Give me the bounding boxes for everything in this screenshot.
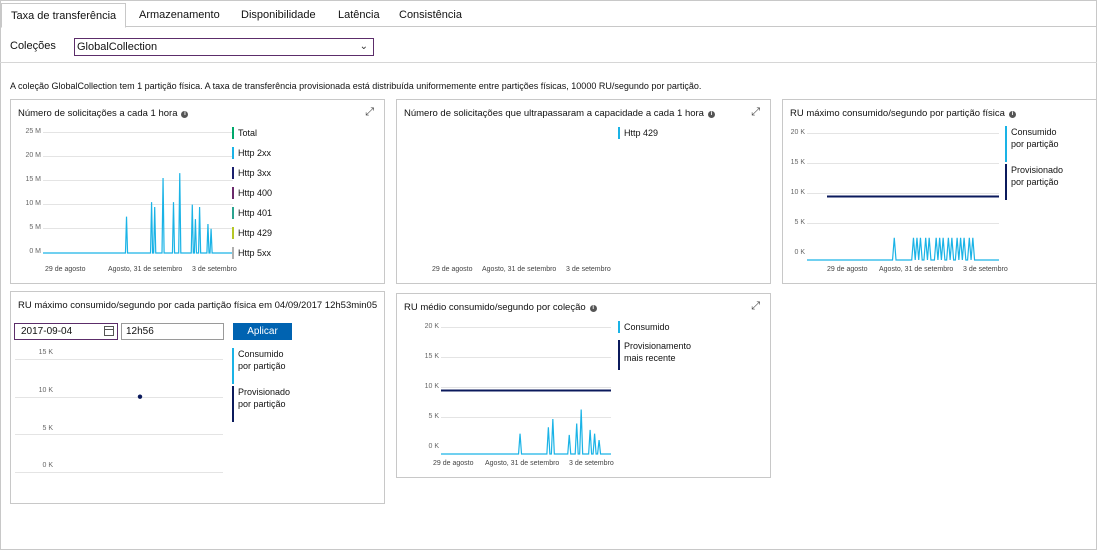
y-tick: 20 M	[25, 152, 41, 159]
legend-item-consumed[interactable]: Consumido por partição	[232, 348, 290, 384]
series-line-consumed	[441, 409, 611, 455]
expand-icon[interactable]: ⤢	[751, 106, 760, 119]
y-tick: 20 K	[424, 323, 439, 330]
x-tick: 3 de setembro	[963, 266, 1008, 273]
card-title: Número de solicitações que ultrapassaram…	[404, 108, 715, 119]
y-tick: 15 K	[790, 159, 805, 166]
snapshot-plot	[137, 394, 143, 399]
y-tick: 25 M	[25, 128, 41, 135]
y-tick: 0 K	[794, 249, 805, 256]
legend-item-http400[interactable]: Http 400	[232, 186, 272, 200]
legend-item-http429[interactable]: Http 429	[618, 126, 658, 140]
card-title: RU máximo consumido/segundo por cada par…	[18, 300, 378, 311]
series-line-http2xx	[43, 173, 233, 254]
y-tick: 20 K	[790, 129, 805, 136]
legend: Total Http 2xx Http 3xx Http 400 Http 40…	[232, 126, 272, 266]
tab-latency[interactable]: Latência	[329, 3, 389, 27]
tab-consistency[interactable]: Consistência	[390, 3, 471, 27]
y-tick: 15 K	[38, 349, 53, 356]
y-tick: 5 K	[428, 413, 439, 420]
tab-storage[interactable]: Armazenamento	[130, 3, 229, 27]
x-tick: 3 de setembro	[192, 266, 237, 273]
collection-select[interactable]: GlobalCollection ⌄	[74, 38, 374, 56]
card-title: Número de solicitações a cada 1 hora i	[18, 108, 189, 119]
legend-item-http429[interactable]: Http 429	[232, 226, 272, 240]
requests-plot	[43, 173, 233, 254]
legend-item-total[interactable]: Total	[232, 126, 272, 140]
legend-item-http3xx[interactable]: Http 3xx	[232, 166, 272, 180]
y-tick: 5 M	[29, 224, 41, 231]
y-tick: 5 K	[794, 219, 805, 226]
collection-select-value: GlobalCollection	[77, 41, 158, 53]
avg-ru-plot	[441, 389, 611, 455]
gridline	[15, 472, 223, 473]
x-tick: Agosto, 31 de setembro	[879, 266, 954, 273]
y-tick: 0 M	[29, 248, 41, 255]
x-tick: Agosto, 31 de setembro	[482, 266, 557, 273]
time-input[interactable]: 12h56	[121, 323, 224, 340]
legend: Consumido Provisionamento mais recente	[618, 320, 691, 378]
card-title: RU máximo consumido/segundo por partição…	[790, 108, 1016, 119]
legend-item-http5xx[interactable]: Http 5xx	[232, 246, 272, 260]
legend-item-provisioned-latest[interactable]: Provisionamento mais recente	[618, 340, 691, 370]
legend-item-consumed[interactable]: Consumido por partição	[1005, 126, 1063, 162]
y-tick: 10 K	[790, 189, 805, 196]
chevron-down-icon: ⌄	[359, 41, 368, 52]
y-tick: 10 M	[25, 200, 41, 207]
expand-icon[interactable]: ⤢	[365, 106, 374, 119]
card-title: RU médio consumido/segundo por coleção i	[404, 302, 597, 313]
info-icon[interactable]: i	[707, 111, 715, 118]
legend-item-provisioned[interactable]: Provisionado por partição	[232, 386, 290, 422]
x-tick: 29 de agosto	[432, 266, 473, 273]
tab-bar: Taxa de transferência Armazenamento Disp…	[0, 0, 1097, 28]
x-tick: 29 de agosto	[827, 266, 868, 273]
card-max-ru-snapshot: RU máximo consumido/segundo por cada par…	[10, 291, 385, 504]
legend: Consumido por partição Provisionado por pa…	[1005, 126, 1063, 202]
card-max-ru-partition: RU máximo consumido/segundo por partição…	[782, 99, 1097, 284]
tab-availability[interactable]: Disponibilidade	[232, 3, 325, 27]
info-icon[interactable]: i	[1008, 111, 1016, 118]
y-tick: 15 M	[25, 176, 41, 183]
card-throttled: Número de solicitações que ultrapassaram…	[396, 99, 771, 284]
calendar-icon[interactable]	[104, 326, 114, 336]
divider	[0, 62, 1097, 63]
legend-item-provisioned[interactable]: Provisionado por partição	[1005, 164, 1063, 200]
info-icon[interactable]: i	[181, 111, 189, 118]
x-tick: Agosto, 31 de setembro	[485, 460, 560, 467]
card-avg-ru-collection: RU médio consumido/segundo por coleção i …	[396, 293, 771, 478]
collections-label: Coleções	[10, 40, 56, 52]
legend-item-http2xx[interactable]: Http 2xx	[232, 146, 272, 160]
y-tick: 0 K	[428, 443, 439, 450]
y-tick: 10 K	[424, 383, 439, 390]
date-input[interactable]: 2017-09-04	[14, 323, 118, 340]
x-tick: 3 de setembro	[566, 266, 611, 273]
collection-info-text: A coleção GlobalCollection tem 1 partiçã…	[10, 81, 702, 91]
legend: Consumido por partição Provisionado por pa…	[232, 348, 290, 424]
expand-icon[interactable]: ⤢	[751, 300, 760, 313]
legend-item-consumed[interactable]: Consumido	[618, 320, 691, 334]
legend-item-http401[interactable]: Http 401	[232, 206, 272, 220]
apply-button[interactable]: Aplicar	[233, 323, 292, 340]
y-tick: 15 K	[424, 353, 439, 360]
series-line-consumed	[807, 237, 999, 261]
x-tick: Agosto, 31 de setembro	[108, 266, 183, 273]
x-tick: 29 de agosto	[45, 266, 86, 273]
x-tick: 3 de setembro	[569, 460, 614, 467]
info-icon[interactable]: i	[589, 305, 597, 312]
data-point-provisioned	[137, 394, 143, 399]
card-requests: Número de solicitações a cada 1 hora i ⤢ …	[10, 99, 385, 284]
tab-throughput[interactable]: Taxa de transferência	[1, 3, 127, 28]
max-ru-plot	[807, 195, 999, 261]
throttled-plot	[403, 132, 619, 253]
legend: Http 429	[618, 126, 658, 146]
x-tick: 29 de agosto	[433, 460, 474, 467]
